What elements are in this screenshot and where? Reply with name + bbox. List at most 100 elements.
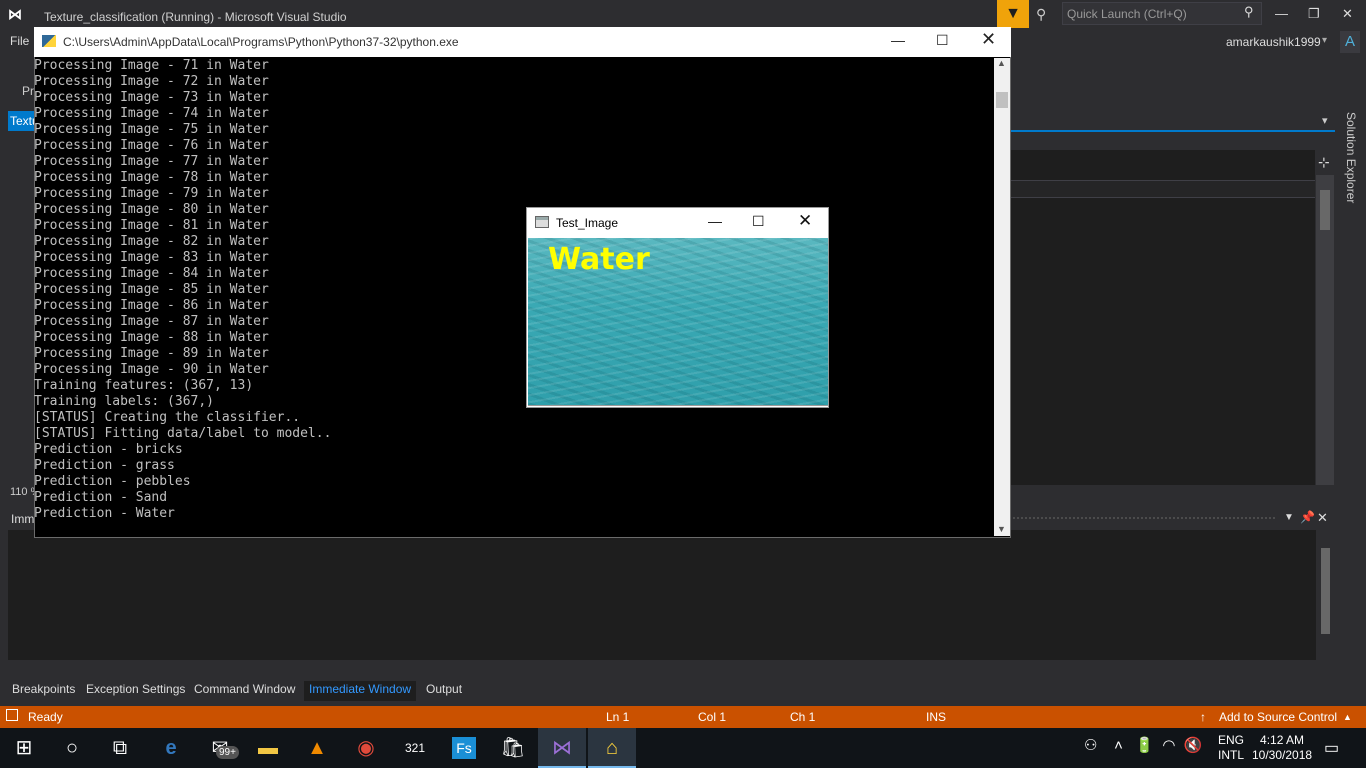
notification-filter-icon[interactable]: ▼ [997, 0, 1029, 28]
console-line: Processing Image - 71 in Water [34, 58, 269, 73]
feedback-icon[interactable]: ⚲ [1036, 6, 1046, 23]
console-line: Processing Image - 86 in Water [34, 298, 269, 313]
console-line: Processing Image - 89 in Water [34, 346, 269, 361]
console-line: Processing Image - 73 in Water [34, 90, 269, 105]
fs-icon[interactable]: Fs [440, 728, 488, 768]
editor-horizontal-scrollbar[interactable] [1010, 485, 1315, 499]
console-line: [STATUS] Creating the classifier.. [34, 410, 301, 425]
pin-icon[interactable]: 📌 [1300, 510, 1315, 524]
add-to-source-control-button[interactable]: Add to Source Control [1219, 710, 1337, 724]
document-tab[interactable]: Textu [8, 111, 36, 131]
tab-list-dropdown-icon[interactable]: ▾ [1322, 114, 1328, 127]
clock[interactable]: 4:12 AM 10/30/2018 [1252, 733, 1312, 763]
console-close-button[interactable]: ✕ [981, 29, 996, 50]
tab-breakpoints[interactable]: Breakpoints [7, 681, 80, 701]
console-line: Processing Image - 75 in Water [34, 122, 269, 137]
console-line: Prediction - grass [34, 458, 175, 473]
quick-launch-input[interactable]: Quick Launch (Ctrl+Q) [1062, 2, 1262, 25]
console-line: Prediction - Sand [34, 490, 168, 505]
console-line: Processing Image - 77 in Water [34, 154, 269, 169]
status-window-icon [6, 709, 18, 721]
language-top: ENG [1218, 733, 1245, 747]
test-image-title: Test_Image [556, 216, 619, 230]
test-image-maximize-button[interactable]: ☐ [752, 213, 765, 230]
system-tray[interactable]: ⚇ ˄ 🔋 ◠ 🔇 [1084, 736, 1203, 754]
windows-start-icon[interactable]: ⊞ [0, 728, 48, 768]
visual-studio-icon[interactable]: ⋈ [538, 728, 586, 768]
split-window-icon[interactable]: ⊹ [1318, 154, 1330, 171]
avatar[interactable]: A [1340, 31, 1360, 53]
store-icon[interactable]: 🛍 [489, 728, 537, 768]
status-line: Ln 1 [606, 710, 630, 724]
status-char: Ch 1 [790, 710, 816, 724]
file-explorer-icon[interactable]: ▬ [244, 728, 292, 768]
editor-navigation-bar[interactable] [1010, 180, 1315, 198]
tab-exception-settings[interactable]: Exception Settings [81, 681, 190, 701]
python-icon[interactable]: ⌂ [588, 728, 636, 768]
vs-minimize-button[interactable]: — [1275, 6, 1288, 21]
console-output[interactable]: Processing Image - 71 in Water Processing… [34, 58, 994, 536]
scroll-up-icon[interactable]: ▲ [997, 58, 1006, 68]
console-scrollbar-thumb[interactable] [996, 92, 1008, 108]
vlc-icon[interactable]: ▲ [293, 728, 341, 768]
status-ready: Ready [28, 710, 63, 724]
chevron-down-icon[interactable]: ▼ [1284, 512, 1294, 523]
console-minimize-button[interactable]: — [891, 32, 905, 48]
pane-grip[interactable] [1012, 516, 1277, 521]
console-line: Prediction - Water [34, 506, 175, 521]
code-editor[interactable] [1010, 150, 1315, 485]
scroll-down-icon[interactable]: ▼ [997, 524, 1006, 534]
chrome-icon[interactable]: ◉ [342, 728, 390, 768]
calendar-icon[interactable]: 321 [391, 728, 439, 768]
cortana-icon[interactable]: ○ [48, 728, 96, 768]
tab-command-window[interactable]: Command Window [189, 681, 300, 701]
console-line: Prediction - bricks [34, 442, 183, 457]
immediate-window-body[interactable] [8, 530, 1316, 660]
tab-immediate-window[interactable]: Immediate Window [304, 681, 417, 701]
immediate-window-title: Imm [11, 512, 35, 526]
console-line: Processing Image - 85 in Water [34, 282, 269, 297]
action-center-icon[interactable]: ▭ [1324, 738, 1339, 758]
language-bottom: INTL [1218, 748, 1245, 762]
vs-close-button[interactable]: ✕ [1342, 6, 1353, 22]
arrow-up-icon[interactable]: ↑ [1200, 710, 1206, 724]
immediate-window-scrollbar-thumb[interactable] [1321, 548, 1330, 634]
prediction-label: Water [548, 242, 650, 277]
window-icon [535, 216, 549, 228]
status-column: Col 1 [698, 710, 727, 724]
toolbar-process-label: Pr [22, 84, 34, 98]
console-line: Processing Image - 78 in Water [34, 170, 269, 185]
status-insert-mode: INS [926, 710, 947, 724]
menu-file[interactable]: File [10, 34, 29, 48]
close-icon[interactable]: ✕ [1317, 510, 1328, 526]
console-line: Processing Image - 79 in Water [34, 186, 269, 201]
language-indicator[interactable]: ENG INTL [1218, 733, 1244, 763]
console-title: C:\Users\Admin\AppData\Local\Programs\Py… [63, 35, 459, 49]
console-line: Processing Image - 87 in Water [34, 314, 269, 329]
account-name[interactable]: amarkaushik1999 [1226, 35, 1321, 49]
solution-explorer-tab[interactable]: Solution Explorer [1338, 112, 1358, 212]
test-image-close-button[interactable]: ✕ [798, 211, 812, 231]
console-line: Processing Image - 90 in Water [34, 362, 269, 377]
clock-date: 10/30/2018 [1252, 748, 1313, 762]
console-line: [STATUS] Fitting data/label to model.. [34, 426, 332, 441]
chevron-up-icon[interactable]: ▲ [1343, 712, 1352, 722]
vs-restore-button[interactable]: ❐ [1308, 6, 1320, 22]
tab-output[interactable]: Output [421, 681, 467, 701]
search-icon[interactable]: ⚲ [1244, 4, 1254, 20]
editor-scrollbar-thumb[interactable] [1320, 190, 1330, 230]
console-line: Training labels: (367,) [34, 394, 215, 409]
fs-label: Fs [452, 737, 476, 759]
tab-well-line [1010, 130, 1335, 132]
console-line: Processing Image - 88 in Water [34, 330, 269, 345]
clock-time: 4:12 AM [1260, 733, 1305, 747]
edge-icon[interactable]: e [147, 728, 195, 768]
chevron-down-icon[interactable]: ▾ [1322, 35, 1327, 46]
vs-window-title: Texture_classification (Running) - Micro… [44, 10, 347, 24]
console-scrollbar[interactable] [994, 58, 1010, 536]
mail-badge: 99+ [216, 746, 239, 759]
test-image-minimize-button[interactable]: — [708, 213, 722, 229]
task-view-icon[interactable]: ⧉ [96, 728, 144, 768]
immediate-window-horizontal-scrollbar[interactable] [8, 662, 1316, 676]
console-maximize-button[interactable]: ☐ [936, 32, 949, 49]
